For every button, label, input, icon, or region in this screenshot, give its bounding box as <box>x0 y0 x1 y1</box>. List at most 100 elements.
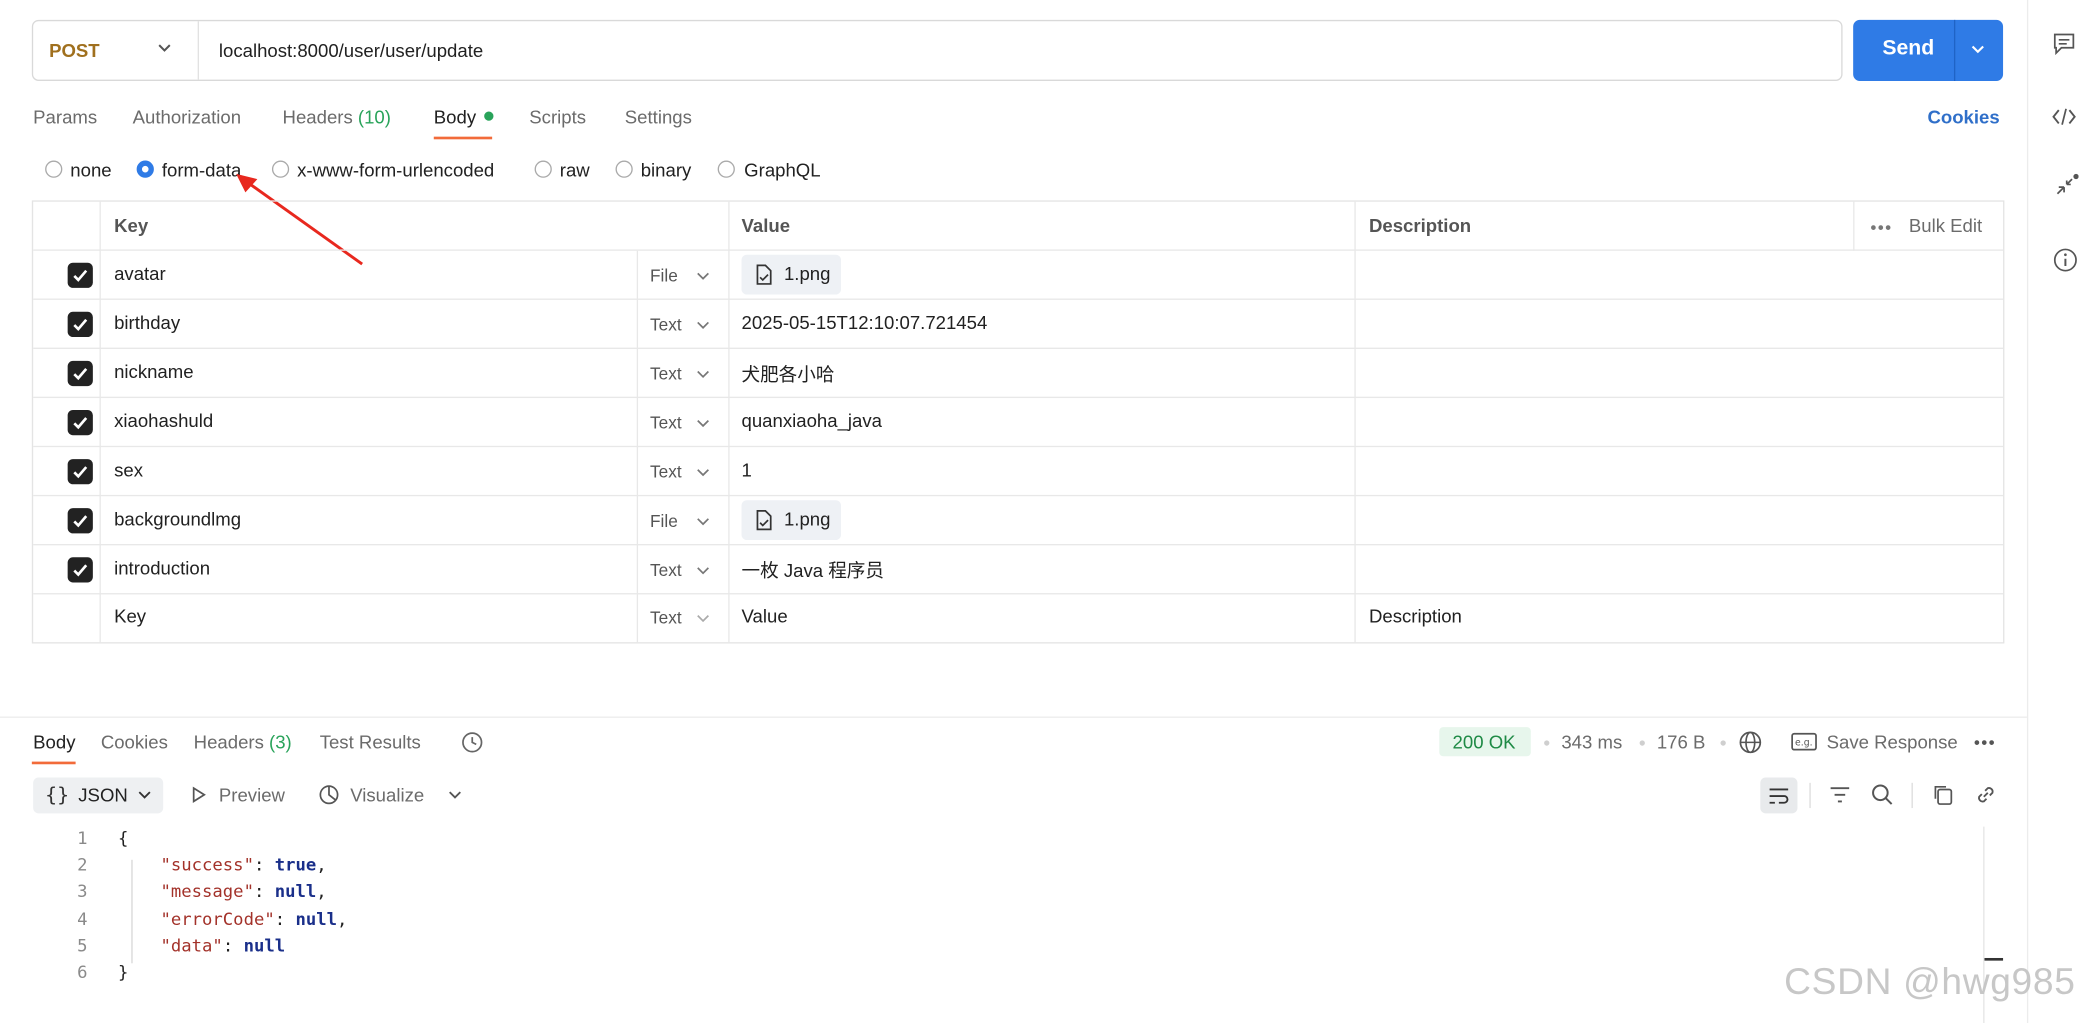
column-header-key: Key <box>114 214 149 237</box>
chevron-down-icon[interactable] <box>695 563 711 579</box>
row-checkbox[interactable] <box>67 409 93 436</box>
row-value[interactable]: 一枚 Java 程序员 <box>742 557 884 584</box>
chevron-down-icon[interactable] <box>695 317 711 333</box>
history-icon[interactable] <box>459 730 484 755</box>
chevron-down-icon[interactable] <box>1967 38 1988 59</box>
type-placeholder[interactable]: Text <box>650 608 682 628</box>
tab-authorization[interactable]: Authorization <box>133 106 241 127</box>
json-punct: , <box>316 882 327 903</box>
row-key[interactable]: introduction <box>114 557 210 578</box>
chevron-down-icon[interactable] <box>695 415 711 431</box>
visualize-button[interactable]: Visualize <box>350 784 424 805</box>
row-type[interactable]: Text <box>650 560 682 580</box>
radio-none[interactable] <box>45 160 63 178</box>
watermark: CSDN @hwg985 <box>1784 960 2076 1002</box>
row-value[interactable]: 犬肥各小哈 <box>742 361 835 388</box>
divider <box>1953 19 1956 81</box>
radio-graphql[interactable] <box>717 160 735 178</box>
json-value: true <box>274 855 317 876</box>
row-key[interactable]: birthday <box>114 312 180 333</box>
filter-icon[interactable] <box>1828 783 1852 807</box>
row-value[interactable]: quanxiaoha_java <box>742 410 882 431</box>
format-select[interactable]: {} JSON <box>33 777 164 814</box>
tab-scripts[interactable]: Scripts <box>529 106 586 127</box>
response-tab-test-results[interactable]: Test Results <box>320 731 421 752</box>
response-size[interactable]: 176 B <box>1657 731 1706 752</box>
send-button-label: Send <box>1882 37 1935 60</box>
row-type[interactable]: Text <box>650 413 682 433</box>
wrap-lines-button[interactable] <box>1760 777 1798 814</box>
url-input[interactable]: localhost:8000/user/user/update <box>219 40 483 61</box>
chevron-down-icon[interactable] <box>155 38 174 57</box>
row-checkbox[interactable] <box>67 311 93 338</box>
key-placeholder[interactable]: Key <box>114 605 146 626</box>
globe-icon[interactable] <box>1738 730 1763 755</box>
radio-label-binary: binary <box>640 159 692 181</box>
radio-binary[interactable] <box>615 160 633 178</box>
toolbar-divider <box>1911 782 1913 809</box>
row-type[interactable]: Text <box>650 364 682 384</box>
chevron-down-icon[interactable] <box>695 610 711 626</box>
response-time[interactable]: 343 ms <box>1561 731 1622 752</box>
info-icon[interactable] <box>2052 247 2079 274</box>
row-key[interactable]: xiaohashuld <box>114 410 213 431</box>
json-value: null <box>243 936 286 957</box>
active-tab-indicator <box>433 136 493 140</box>
row-type[interactable]: Text <box>650 314 682 334</box>
tab-headers[interactable]: Headers (10) <box>283 106 391 127</box>
row-type[interactable]: File <box>650 265 678 285</box>
chevron-down-icon[interactable] <box>447 787 463 803</box>
preview-button[interactable]: Preview <box>219 784 285 805</box>
save-response-button[interactable]: Save Response <box>1827 731 1958 752</box>
separator-dot <box>1639 740 1645 746</box>
chevron-down-icon[interactable] <box>695 366 711 382</box>
row-checkbox[interactable] <box>67 557 93 583</box>
row-value[interactable]: 1 <box>742 459 752 480</box>
code-line: "success": true, <box>160 855 327 876</box>
row-value[interactable]: 2025-05-15T12:10:07.721454 <box>742 312 988 333</box>
indent-guide <box>131 859 133 964</box>
radio-label-none: none <box>70 159 112 181</box>
more-options-icon[interactable]: ••• <box>1974 732 1996 752</box>
value-placeholder[interactable]: Value <box>742 605 788 626</box>
chevron-down-icon[interactable] <box>695 513 711 529</box>
link-icon[interactable] <box>1974 783 1998 807</box>
row-type[interactable]: Text <box>650 462 682 482</box>
search-icon[interactable] <box>1870 783 1894 807</box>
row-key[interactable]: backgroundlmg <box>114 508 241 529</box>
row-key[interactable]: avatar <box>114 263 166 284</box>
row-key[interactable]: sex <box>114 459 143 480</box>
response-tab-headers[interactable]: Headers (3) <box>194 731 292 752</box>
format-label: JSON <box>78 784 128 806</box>
radio-raw[interactable] <box>534 160 552 178</box>
row-key[interactable]: nickname <box>114 361 193 382</box>
row-type[interactable]: File <box>650 511 678 531</box>
response-tab-cookies[interactable]: Cookies <box>101 731 168 752</box>
tab-settings[interactable]: Settings <box>625 106 692 127</box>
tab-body[interactable]: Body <box>434 106 476 127</box>
chevron-down-icon[interactable] <box>695 268 711 284</box>
collapse-icon[interactable] <box>2052 172 2079 199</box>
copy-icon[interactable] <box>1931 783 1955 807</box>
row-checkbox[interactable] <box>67 262 93 288</box>
cookies-link[interactable]: Cookies <box>1927 106 1999 127</box>
wrap-lines-icon <box>1769 788 1789 804</box>
method-select[interactable]: POST <box>49 40 100 61</box>
description-placeholder[interactable]: Description <box>1369 605 1462 626</box>
bulk-edit-button[interactable]: Bulk Edit <box>1909 215 1982 236</box>
column-divider <box>1853 201 1855 251</box>
row-checkbox[interactable] <box>67 360 93 387</box>
response-tab-body[interactable]: Body <box>33 731 75 752</box>
row-checkbox[interactable] <box>67 459 93 485</box>
send-button[interactable]: Send <box>1853 19 2004 81</box>
tab-params[interactable]: Params <box>33 106 97 127</box>
more-options-icon[interactable]: ••• <box>1870 218 1892 238</box>
file-chip[interactable]: 1.png <box>741 254 842 295</box>
comment-icon[interactable] <box>2052 32 2076 56</box>
status-badge[interactable]: 200 OK <box>1439 727 1531 757</box>
file-chip[interactable]: 1.png <box>741 500 842 541</box>
chevron-down-icon[interactable] <box>695 464 711 480</box>
row-checkbox[interactable] <box>67 508 93 534</box>
code-icon[interactable] <box>2051 105 2078 129</box>
radio-form-data[interactable] <box>136 160 154 178</box>
